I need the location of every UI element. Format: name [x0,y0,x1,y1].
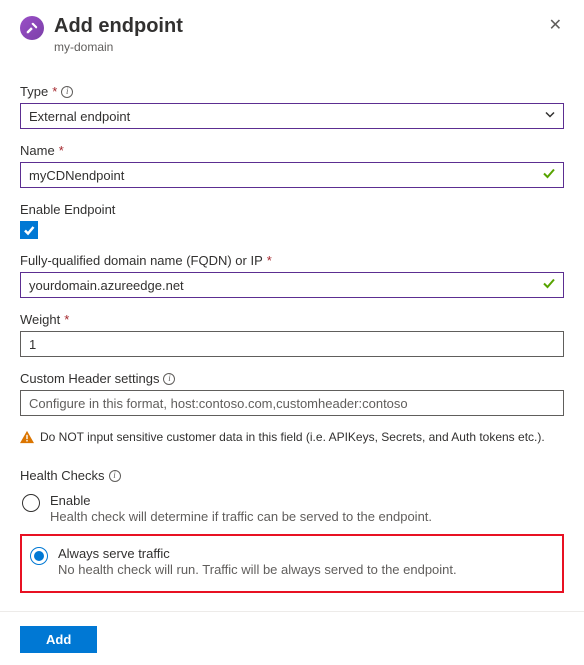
health-check-option-enable[interactable]: Enable Health check will determine if tr… [20,487,564,532]
name-input[interactable] [20,162,564,188]
info-icon[interactable]: i [109,470,121,482]
add-button[interactable]: Add [20,626,97,653]
custom-header-input[interactable] [20,390,564,416]
close-icon[interactable]: ✕ [547,14,564,38]
endpoint-icon [20,16,44,40]
custom-header-label: Custom Header settings i [20,371,564,386]
radio-selected[interactable] [30,547,48,565]
page-subtitle: my-domain [54,40,547,54]
page-title: Add endpoint [54,14,547,38]
health-checks-label: Health Checks i [20,468,564,483]
highlighted-option: Always serve traffic No health check wil… [20,534,564,593]
radio-title: Enable [50,493,562,508]
weight-input[interactable] [20,331,564,357]
warning-text: Do NOT input sensitive customer data in … [40,430,545,444]
enable-endpoint-label: Enable Endpoint [20,202,564,217]
footer-divider [0,611,584,612]
radio-unselected[interactable] [22,494,40,512]
warning-icon [20,430,34,444]
info-icon[interactable]: i [163,373,175,385]
weight-label: Weight* [20,312,564,327]
name-label: Name* [20,143,564,158]
enable-endpoint-checkbox[interactable] [20,221,38,239]
radio-title: Always serve traffic [58,546,554,561]
sensitive-data-warning: Do NOT input sensitive customer data in … [20,430,564,444]
fqdn-input[interactable] [20,272,564,298]
health-check-option-always[interactable]: Always serve traffic No health check wil… [28,540,556,585]
fqdn-label: Fully-qualified domain name (FQDN) or IP… [20,253,564,268]
radio-desc: Health check will determine if traffic c… [50,509,562,524]
type-label: Type* i [20,84,564,99]
panel-header: Add endpoint my-domain ✕ [20,14,564,54]
radio-desc: No health check will run. Traffic will b… [58,562,554,577]
info-icon[interactable]: i [61,86,73,98]
type-select[interactable] [20,103,564,129]
